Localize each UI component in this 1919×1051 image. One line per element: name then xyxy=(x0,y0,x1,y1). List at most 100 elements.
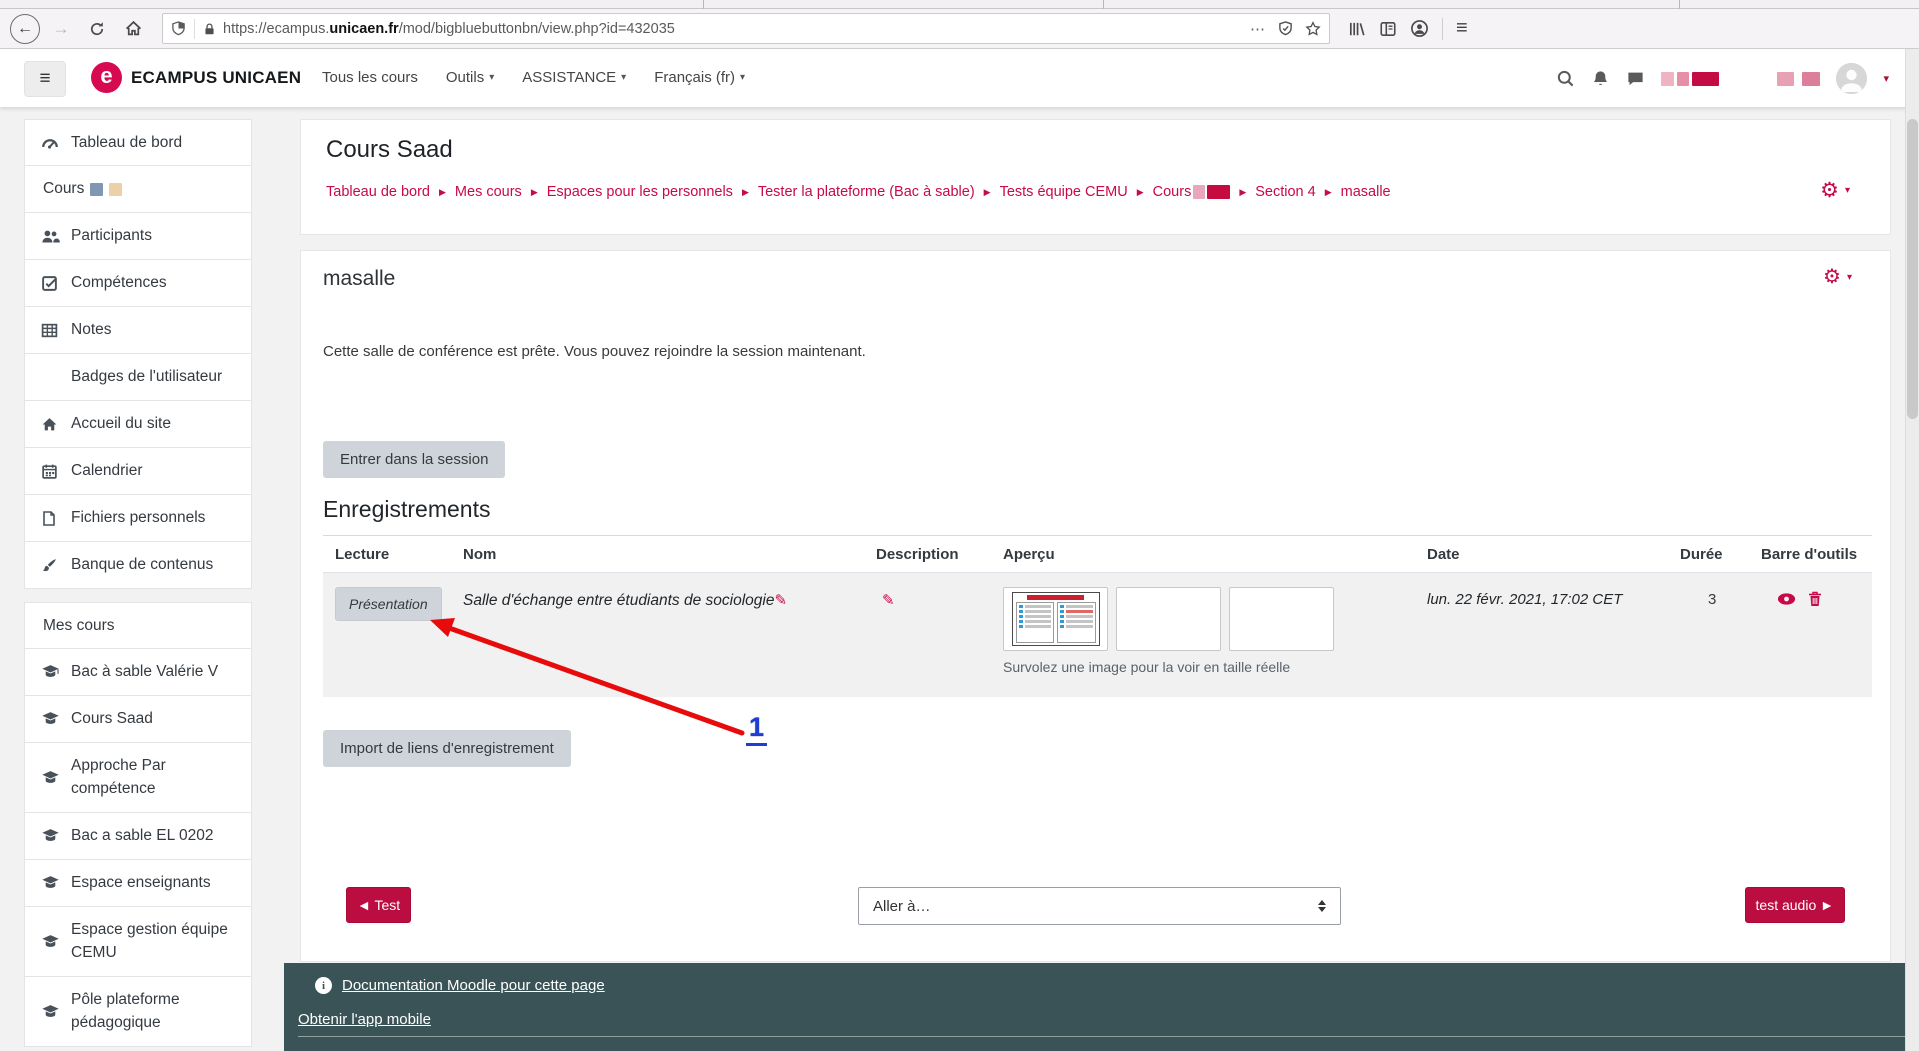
recording-duration: 3 xyxy=(1680,573,1761,697)
breadcrumb-espaces[interactable]: Espaces pour les personnels xyxy=(547,184,733,200)
sidebar-item-private-files[interactable]: Fichiers personnels xyxy=(24,495,252,542)
nav-language[interactable]: Français (fr)▾ xyxy=(654,69,745,86)
nav-all-courses[interactable]: Tous les cours xyxy=(322,69,418,86)
sidebar-label: Banque de contenus xyxy=(71,556,213,574)
browser-tab-strip[interactable] xyxy=(0,0,1919,9)
sidebar-course-pole-plateforme[interactable]: Pôle plateforme pédagogique xyxy=(24,977,252,1047)
edit-name-icon[interactable]: ✎ xyxy=(774,592,787,609)
breadcrumb-section4[interactable]: Section 4 xyxy=(1255,184,1315,200)
url-text: https://ecampus.unicaen.fr/mod/bigbluebu… xyxy=(223,21,675,37)
browser-menu-icon[interactable]: ≡ xyxy=(1456,17,1468,40)
activity-settings-menu[interactable]: ⚙ ▾ xyxy=(1823,267,1852,287)
preview-thumbnail-3[interactable] xyxy=(1229,587,1334,651)
breadcrumb-tester[interactable]: Tester la plateforme (Bac à sable) xyxy=(758,184,975,200)
breadcrumb-separator-icon: ▶ xyxy=(439,187,446,198)
sidebar-course-espace-enseignants[interactable]: Espace enseignants xyxy=(24,860,252,907)
breadcrumb-masalle[interactable]: masalle xyxy=(1341,184,1391,200)
previous-activity-button[interactable]: ◄ Test xyxy=(346,887,411,923)
moodle-docs-link[interactable]: Documentation Moodle pour cette page xyxy=(342,977,605,994)
participants-icon xyxy=(41,228,71,245)
messages-icon[interactable] xyxy=(1626,69,1645,88)
sidebar-course-cours-saad[interactable]: Cours Saad xyxy=(24,696,252,743)
presentation-play-button[interactable]: Présentation xyxy=(335,587,442,621)
breadcrumb-tests-cemu[interactable]: Tests équipe CEMU xyxy=(1000,184,1128,200)
page-actions-icon[interactable]: ⋯ xyxy=(1250,20,1266,38)
sidebar-item-participants[interactable]: Participants xyxy=(24,213,252,260)
scrollbar-thumb[interactable] xyxy=(1907,119,1918,419)
sidebar-course-approche[interactable]: Approche Par compétence xyxy=(24,743,252,813)
sidebar-label: Espace gestion équipe CEMU xyxy=(71,919,231,964)
select-arrows-icon xyxy=(1318,900,1326,912)
graduation-cap-icon xyxy=(41,1004,71,1020)
forward-button[interactable]: → xyxy=(46,14,76,44)
sidebar-course-bac-el[interactable]: Bac a sable EL 0202 xyxy=(24,813,252,860)
sidebar-label: Cours xyxy=(43,180,84,198)
preview-thumbnail-2[interactable] xyxy=(1116,587,1221,651)
nav-label: ASSISTANCE xyxy=(522,69,616,86)
nav-assistance[interactable]: ASSISTANCE▾ xyxy=(522,69,626,86)
home-button[interactable] xyxy=(118,14,148,44)
preview-thumbnail-1[interactable] xyxy=(1003,587,1108,651)
nav-tools[interactable]: Outils▾ xyxy=(446,69,494,86)
breadcrumb-cours[interactable]: Cours xyxy=(1153,184,1192,200)
sidebar-item-calendar[interactable]: Calendrier xyxy=(24,448,252,495)
back-button[interactable]: ← xyxy=(10,14,40,44)
breadcrumb-dashboard[interactable]: Tableau de bord xyxy=(326,184,430,200)
edit-description-icon[interactable]: ✎ xyxy=(882,592,895,609)
tab-separator xyxy=(1679,0,1680,9)
next-activity-button[interactable]: test audio ► xyxy=(1745,887,1845,923)
account-icon[interactable] xyxy=(1410,19,1429,38)
sidebar-item-course[interactable]: Cours xyxy=(24,166,252,213)
breadcrumb-my-courses[interactable]: Mes cours xyxy=(455,184,522,200)
jump-to-select[interactable]: Aller à… xyxy=(858,887,1341,925)
sidebar-course-bac-valerie[interactable]: Bac à sable Valérie V xyxy=(24,649,252,696)
url-domain: unicaen.fr xyxy=(329,21,398,37)
header-settings-menu[interactable]: ⚙ ▾ xyxy=(1820,180,1850,201)
import-links-button[interactable]: Import de liens d'enregistrement xyxy=(323,730,571,767)
jump-to-value: Aller à… xyxy=(873,898,931,915)
col-nom: Nom xyxy=(463,546,876,563)
col-lecture: Lecture xyxy=(323,546,463,563)
nav-drawer-toggle[interactable]: ≡ xyxy=(24,61,66,97)
sidebar-item-badges[interactable]: Badges de l'utilisateur xyxy=(24,354,252,401)
site-logo[interactable]: e xyxy=(91,62,122,93)
avatar-placeholder-icon xyxy=(1836,63,1867,94)
publish-eye-icon[interactable] xyxy=(1777,592,1796,606)
bookmark-star-icon[interactable] xyxy=(1305,21,1321,37)
sidebar-item-content-bank[interactable]: Banque de contenus xyxy=(24,542,252,589)
chevron-down-icon: ▾ xyxy=(740,72,745,83)
join-session-button[interactable]: Entrer dans la session xyxy=(323,441,505,478)
notifications-bell-icon[interactable] xyxy=(1591,69,1610,88)
redacted-username xyxy=(1661,72,1719,86)
home-icon xyxy=(125,20,142,37)
col-description: Description xyxy=(876,546,1003,563)
sidebar-item-site-home[interactable]: Accueil du site xyxy=(24,401,252,448)
tracking-shield-icon[interactable] xyxy=(171,21,186,36)
toolbar-divider xyxy=(1442,18,1443,40)
breadcrumb-separator-icon: ▶ xyxy=(1325,187,1332,198)
library-icon[interactable] xyxy=(1348,20,1366,38)
page-header-card: Cours Saad Tableau de bord ▶ Mes cours ▶… xyxy=(300,119,1891,235)
annotation-label: 1 xyxy=(746,712,767,746)
reader-sidebar-icon[interactable] xyxy=(1379,20,1397,38)
sidebar-course-espace-cemu[interactable]: Espace gestion équipe CEMU xyxy=(24,907,252,977)
sidebar-item-grades[interactable]: Notes xyxy=(24,307,252,354)
user-avatar[interactable] xyxy=(1836,63,1867,94)
sidebar-section-my-courses: Mes cours xyxy=(24,602,252,649)
recordings-table: Lecture Nom Description Aperçu Date Duré… xyxy=(323,535,1872,697)
protections-shield-icon[interactable] xyxy=(1278,21,1293,36)
mobile-app-link[interactable]: Obtenir l'app mobile xyxy=(298,1011,431,1028)
graduation-cap-icon xyxy=(41,770,71,786)
page-scrollbar[interactable] xyxy=(1905,49,1919,1051)
lock-icon xyxy=(203,22,216,36)
site-brand[interactable]: ECAMPUS UNICAEN xyxy=(131,68,301,88)
sidebar-item-competencies[interactable]: Compétences xyxy=(24,260,252,307)
search-icon[interactable] xyxy=(1556,69,1575,88)
url-bar[interactable]: https://ecampus.unicaen.fr/mod/bigbluebu… xyxy=(162,13,1330,44)
user-menu-caret-icon[interactable]: ▾ xyxy=(1883,72,1889,85)
sidebar-item-dashboard[interactable]: Tableau de bord xyxy=(24,119,252,166)
redacted-user-blocks xyxy=(1777,72,1820,86)
room-status-text: Cette salle de conférence est prête. Vou… xyxy=(323,343,866,360)
reload-button[interactable] xyxy=(82,14,112,44)
delete-trash-icon[interactable] xyxy=(1808,591,1822,607)
